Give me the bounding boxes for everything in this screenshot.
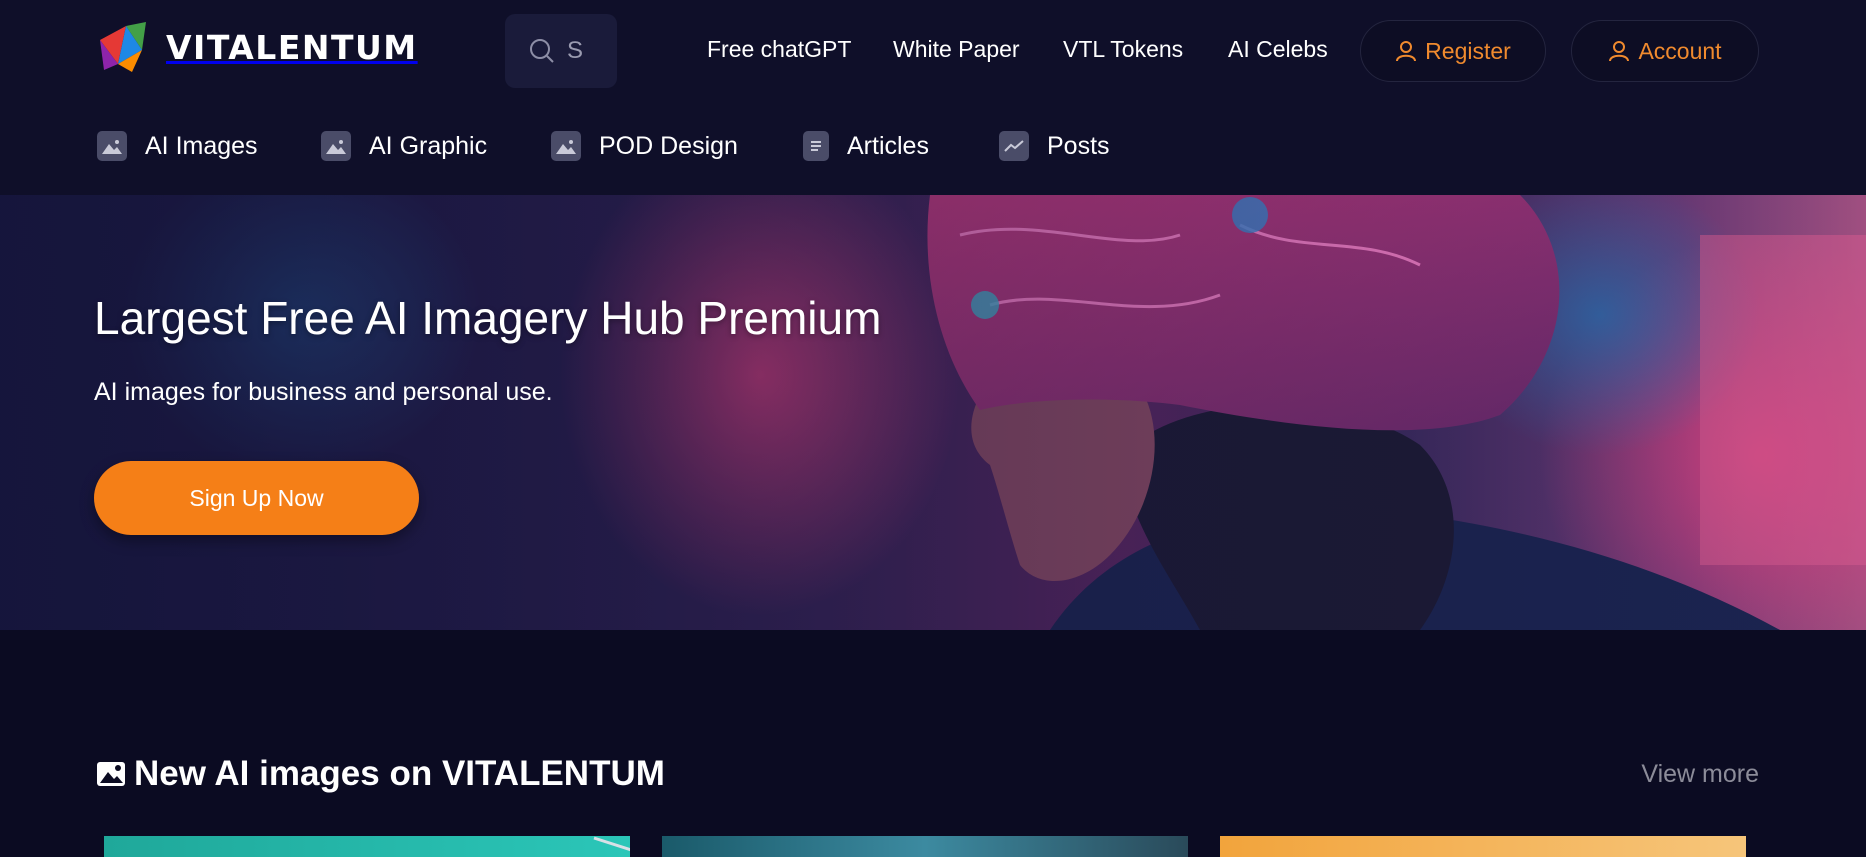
image-thumbnail bbox=[593, 836, 645, 856]
vitalentum-logo-icon bbox=[100, 22, 146, 72]
chart-line-icon bbox=[999, 131, 1029, 161]
image-icon bbox=[97, 762, 125, 786]
view-more-link[interactable]: View more bbox=[1641, 760, 1759, 789]
account-label: Account bbox=[1638, 37, 1722, 64]
category-ai-images[interactable]: AI Images bbox=[97, 126, 258, 166]
image-card[interactable] bbox=[1220, 836, 1746, 857]
category-nav: AI Images AI Graphic POD Design Articles… bbox=[0, 100, 1866, 195]
category-ai-graphic[interactable]: AI Graphic bbox=[321, 126, 487, 166]
nav-white-paper[interactable]: White Paper bbox=[893, 36, 1020, 63]
hero-title: Largest Free AI Imagery Hub Premium bbox=[94, 292, 882, 344]
category-label: POD Design bbox=[599, 131, 738, 160]
category-posts[interactable]: Posts bbox=[999, 126, 1110, 166]
category-pod-design[interactable]: POD Design bbox=[551, 126, 738, 166]
nav-vtl-tokens[interactable]: VTL Tokens bbox=[1063, 36, 1183, 63]
register-button[interactable]: Register bbox=[1360, 20, 1546, 82]
category-label: AI Images bbox=[145, 131, 258, 160]
brand-name: VITALENTUM bbox=[166, 27, 418, 67]
register-label: Register bbox=[1425, 37, 1511, 64]
image-icon bbox=[321, 131, 351, 161]
hero-banner: Largest Free AI Imagery Hub Premium AI i… bbox=[0, 195, 1866, 630]
top-header: VITALENTUM Free chatGPT White Paper VTL … bbox=[0, 0, 1866, 100]
account-button[interactable]: Account bbox=[1571, 20, 1759, 82]
image-card[interactable] bbox=[662, 836, 1188, 857]
image-icon bbox=[97, 131, 127, 161]
category-label: AI Graphic bbox=[369, 131, 488, 160]
user-icon bbox=[1609, 41, 1630, 62]
search-box[interactable] bbox=[505, 14, 617, 88]
section-header: New AI images on VITALENTUM bbox=[96, 754, 665, 794]
category-articles[interactable]: Articles bbox=[803, 126, 929, 166]
sign-up-button[interactable]: Sign Up Now bbox=[94, 461, 419, 535]
nav-ai-celebs[interactable]: AI Celebs bbox=[1228, 36, 1328, 63]
category-label: Articles bbox=[847, 131, 929, 160]
section-title: New AI images on VITALENTUM bbox=[134, 754, 665, 793]
search-icon bbox=[530, 39, 554, 63]
image-card[interactable] bbox=[104, 836, 645, 857]
nav-free-chatgpt[interactable]: Free chatGPT bbox=[707, 36, 851, 63]
document-icon bbox=[803, 131, 829, 161]
hero-subtitle: AI images for business and personal use. bbox=[94, 378, 553, 406]
search-input[interactable] bbox=[567, 37, 607, 65]
category-label: Posts bbox=[1047, 131, 1110, 160]
hero-cyberpunk-image bbox=[0, 195, 1866, 630]
site-logo[interactable]: VITALENTUM bbox=[98, 20, 418, 74]
image-icon bbox=[551, 131, 581, 161]
user-icon bbox=[1396, 41, 1417, 62]
